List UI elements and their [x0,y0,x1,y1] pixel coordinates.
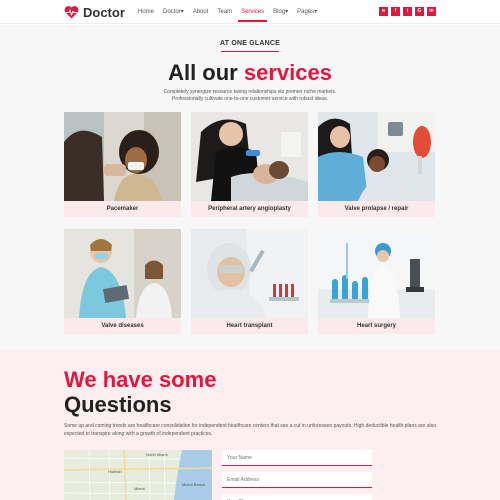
map-label-miami: Miami [134,486,145,491]
service-image [191,112,308,201]
intro-line-1: Completely synergize resource taxing rel… [163,89,337,95]
questions-title-line-1: We have some [64,367,217,392]
map-label-north-miami: North Miami [146,452,168,457]
valve-diseases-photo [64,229,181,318]
service-image [191,229,308,318]
email-field[interactable] [222,472,372,488]
services-title-accent: services [243,60,332,85]
service-card-angioplasty[interactable]: Peripheral artery angioplasty [191,112,308,217]
service-label: Pacemaker [64,201,181,217]
heart-pulse-icon [64,6,79,19]
service-image [318,229,435,318]
valve-repair-photo [318,112,435,201]
name-field[interactable] [222,450,372,466]
service-card-pacemaker[interactable]: Pacemaker [64,112,181,217]
services-title-plain: All our [168,60,244,85]
nav-team[interactable]: Team [217,0,232,24]
rss-icon[interactable]: ʀ [379,7,388,16]
nav-pages[interactable]: Pages▾ [297,0,317,24]
nav-about[interactable]: About [193,0,209,24]
linkedin-icon[interactable]: in [427,7,436,16]
location-map[interactable]: North Miami Hialeah Miami Miami Beach [64,450,212,500]
map-label-miami-beach: Miami Beach [182,482,205,487]
services-section: AT ONE GLANCE All our services Completel… [0,25,500,350]
phone-field[interactable] [222,494,372,500]
nav-home[interactable]: Home [138,0,154,24]
service-card-valve-repair[interactable]: Valve prolapse / repair [318,112,435,217]
service-image [64,229,181,318]
service-card-valve-diseases[interactable]: Valve diseases [64,229,181,334]
service-label: Peripheral artery angioplasty [191,201,308,217]
logo-text: Doctor [83,4,125,20]
section-eyebrow: AT ONE GLANCE [219,40,281,47]
heart-transplant-photo [191,229,308,318]
service-card-heart-surgery[interactable]: Heart surgery [318,229,435,334]
site-logo[interactable]: Doctor [64,4,125,20]
main-nav: Home Doctor▾ About Team Services Blog▾ P… [138,0,326,24]
social-links: ʀ f t G in [379,7,439,16]
services-intro: Completely synergize resource taxing rel… [150,89,350,103]
site-header: Doctor Home Doctor▾ About Team Services … [0,0,500,24]
twitter-icon[interactable]: t [403,7,412,16]
pacemaker-photo [64,112,181,201]
questions-section: We have some Questions Some up and comin… [0,350,500,500]
heart-surgery-photo [318,229,435,318]
nav-services[interactable]: Services [238,0,268,24]
services-title: All our services [0,60,500,86]
service-card-heart-transplant[interactable]: Heart transplant [191,229,308,334]
service-label: Heart transplant [191,318,308,334]
nav-doctor[interactable]: Doctor▾ [163,0,184,24]
nav-blog[interactable]: Blog▾ [273,0,288,24]
questions-description: Some up and coming trends are healthcare… [64,423,436,437]
service-label: Heart surgery [318,318,435,334]
page: Doctor Home Doctor▾ About Team Services … [0,0,500,500]
map-graphic: North Miami Hialeah Miami Miami Beach [64,450,212,500]
service-label: Valve prolapse / repair [318,201,435,217]
angioplasty-photo [191,112,308,201]
intro-line-2: Professionally cultivate one-to-one cust… [172,96,328,102]
eyebrow-underline [221,51,279,52]
facebook-icon[interactable]: f [391,7,400,16]
map-label-hialeah: Hialeah [108,469,122,474]
google-plus-icon[interactable]: G [415,7,424,16]
service-image [64,112,181,201]
service-label: Valve diseases [64,318,181,334]
questions-title-line-2: Questions [64,392,172,417]
service-image [318,112,435,201]
